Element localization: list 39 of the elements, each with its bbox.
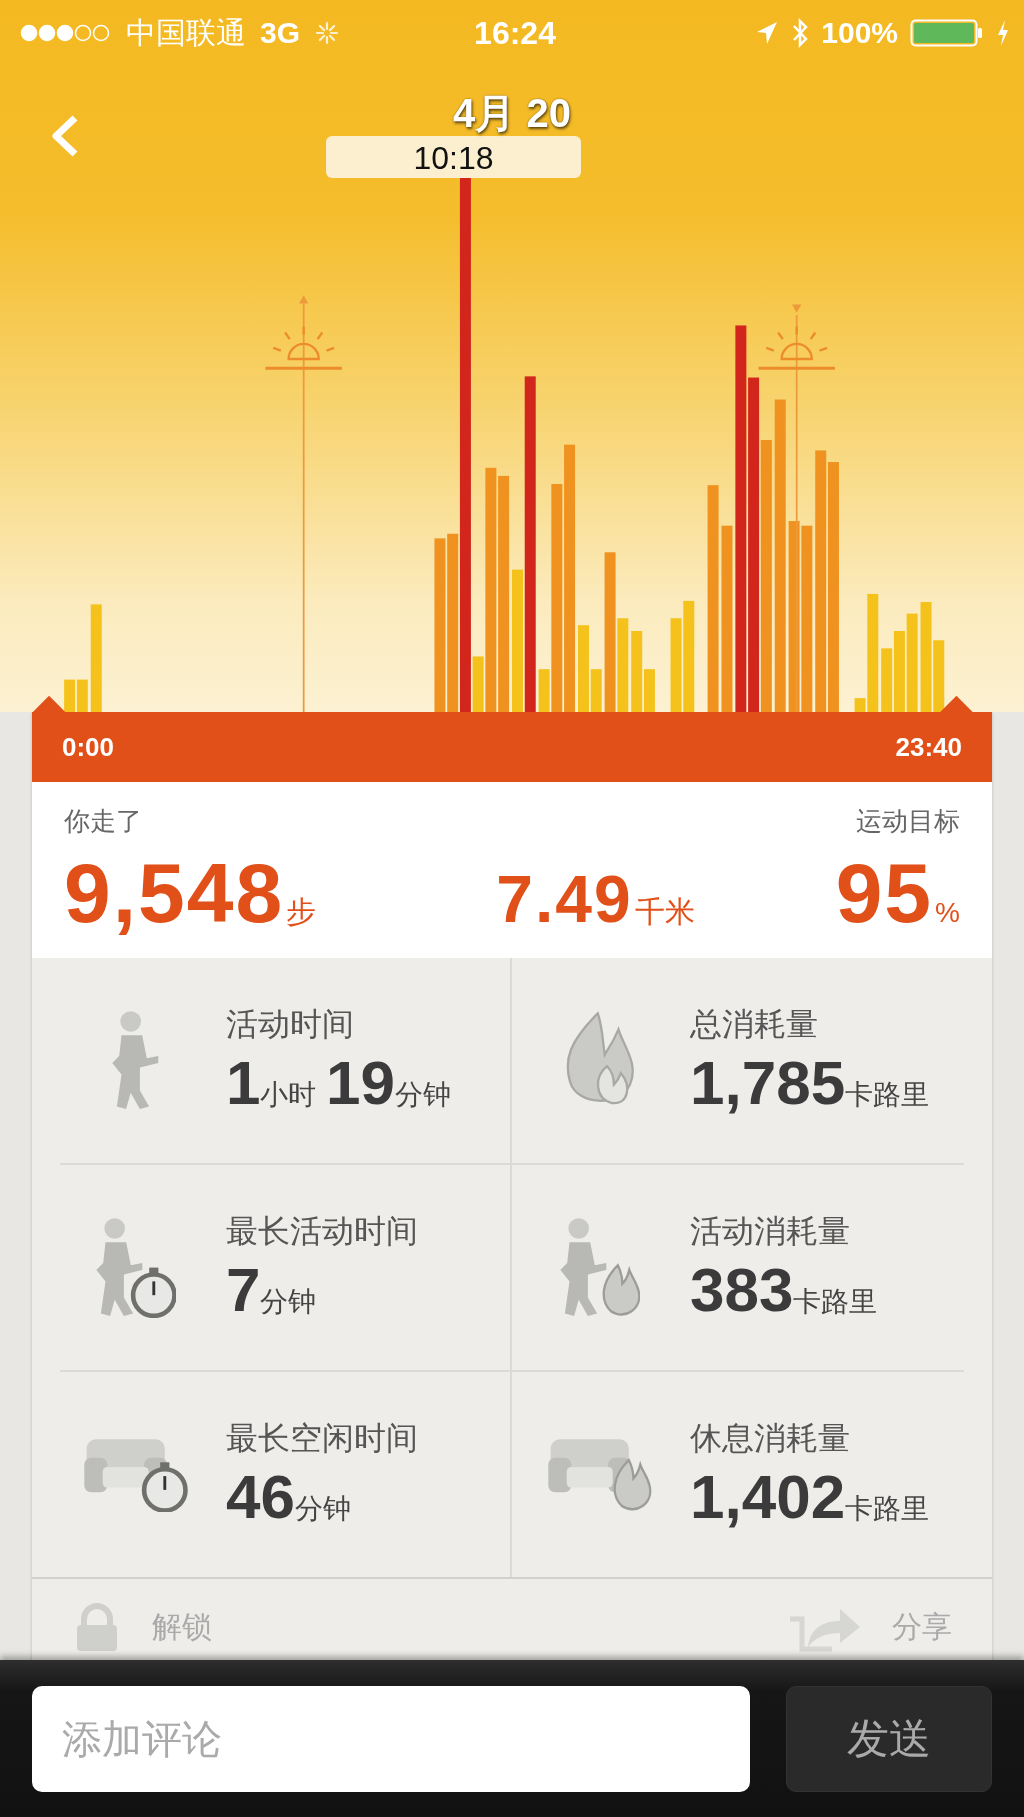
carrier-name: 中国联通 (126, 14, 246, 51)
sofa-flame-icon (546, 1436, 652, 1513)
comment-field[interactable]: 添加评论 (32, 1686, 750, 1792)
goal-label: 运动目标 (856, 805, 960, 838)
stat-value: 383卡路里 (690, 1254, 878, 1325)
battery-icon (910, 19, 984, 47)
goal-value: 95% (835, 845, 960, 942)
signal-icon (20, 24, 112, 42)
stat-value: 7分钟 (226, 1254, 318, 1325)
send-button[interactable]: 发送 (786, 1686, 992, 1792)
stat-value: 1,402卡路里 (690, 1461, 930, 1532)
activity-spinner-icon (314, 20, 341, 46)
stat-label: 最长活动时间 (226, 1212, 418, 1251)
sofa-stopwatch-icon (82, 1436, 188, 1513)
charging-bolt-icon (996, 19, 1010, 47)
distance-value: 7.49千米 (496, 861, 695, 937)
sunrise-icon (265, 295, 342, 712)
stat-label: 最长空闲时间 (226, 1419, 418, 1458)
stat-value: 46分钟 (226, 1461, 352, 1532)
stat-label: 活动时间 (226, 1005, 355, 1044)
battery-percent: 100% (821, 16, 898, 50)
stat-value: 1小时 19分钟 (226, 1047, 451, 1118)
steps-label: 你走了 (64, 805, 142, 838)
stat-label: 活动消耗量 (690, 1212, 851, 1251)
time-tooltip: 10:18 (326, 136, 581, 178)
share-button[interactable]: 分享 (786, 1599, 952, 1655)
stat-label: 休息消耗量 (690, 1419, 851, 1458)
status-time: 16:24 (474, 14, 556, 52)
stat-value: 1,785卡路里 (690, 1047, 930, 1118)
range-end-label: 23:40 (895, 731, 962, 763)
location-arrow-icon (755, 20, 780, 46)
sunset-icon (758, 304, 835, 712)
date-title: 4月 20 (452, 90, 572, 137)
network-type: 3G (260, 16, 301, 50)
stat-label: 总消耗量 (690, 1005, 819, 1044)
steps-value: 9,548 步 (64, 845, 317, 942)
range-start-label: 0:00 (62, 731, 115, 763)
bluetooth-icon (791, 18, 810, 48)
unlock-button[interactable]: 解锁 (72, 1599, 212, 1655)
